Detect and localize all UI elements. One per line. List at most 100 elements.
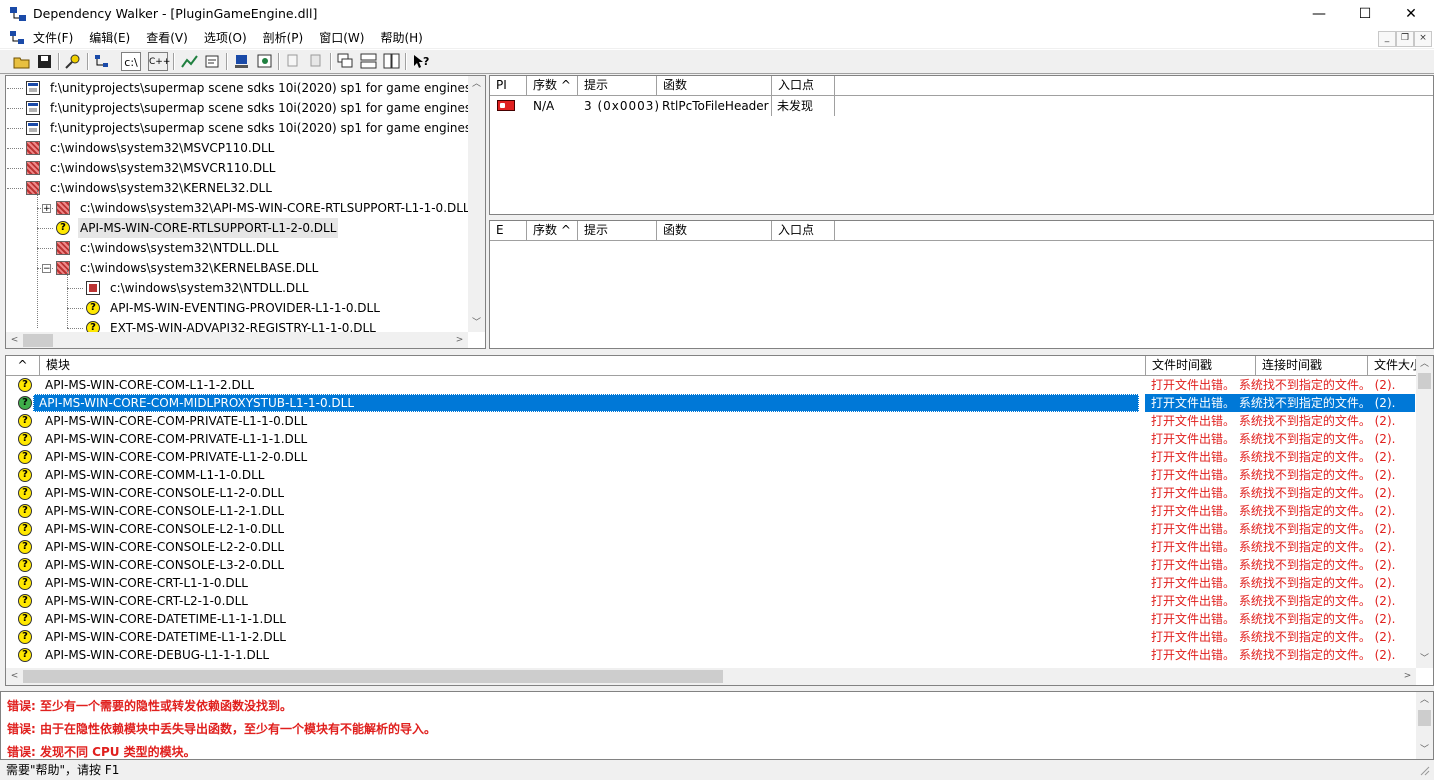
column-header-sort[interactable]: ^ bbox=[6, 356, 40, 376]
tree-item[interactable]: c:\windows\system32\MSVCR110.DLL bbox=[6, 158, 466, 178]
table-row[interactable]: ? API-MS-WIN-CORE-DEBUG-L1-1-1.DLL 打开文件出错。… bbox=[6, 646, 1415, 664]
tree-item[interactable]: − c:\windows\system32\KERNELBASE.DLL bbox=[6, 258, 466, 278]
scroll-up-icon[interactable]: ︿ bbox=[468, 76, 485, 93]
column-header-link-timestamp[interactable]: 连接时间戳 bbox=[1256, 356, 1368, 376]
table-row[interactable]: ? API-MS-WIN-CORE-COM-PRIVATE-L1-1-0.DLL 打… bbox=[6, 412, 1415, 430]
menu-item[interactable]: 帮助(H) bbox=[375, 28, 427, 48]
properties-icon[interactable] bbox=[203, 52, 223, 71]
exe-module-icon bbox=[26, 101, 40, 115]
table-row[interactable]: ? API-MS-WIN-CORE-CRT-L2-1-0.DLL 打开文件出错。 系… bbox=[6, 592, 1415, 610]
mdi-minimize-button[interactable]: _ bbox=[1378, 31, 1396, 47]
scroll-thumb[interactable] bbox=[23, 670, 723, 683]
column-header-file-size[interactable]: 文件大小 bbox=[1368, 356, 1418, 376]
tile-horizontal-icon[interactable] bbox=[359, 52, 379, 71]
tree-item[interactable]: c:\windows\system32\KERNEL32.DLL bbox=[6, 178, 466, 198]
module-list-horizontal-scrollbar[interactable]: < > bbox=[6, 668, 1416, 685]
scroll-up-icon[interactable]: ︿ bbox=[1416, 356, 1433, 373]
minimize-button[interactable]: — bbox=[1296, 0, 1342, 28]
table-row[interactable]: ? API-MS-WIN-CORE-COM-MIDLPROXYSTUB-L1-1-… bbox=[6, 394, 1415, 412]
scroll-thumb[interactable] bbox=[23, 334, 53, 347]
tile-vertical-icon[interactable] bbox=[382, 52, 402, 71]
cascade-icon[interactable] bbox=[336, 52, 356, 71]
menu-item[interactable]: 编辑(E) bbox=[84, 28, 135, 48]
missing-module-icon: ? bbox=[18, 612, 32, 626]
mdi-close-button[interactable]: × bbox=[1414, 31, 1432, 47]
view-module-icon[interactable] bbox=[255, 52, 275, 71]
scroll-down-icon[interactable]: ﹀ bbox=[1416, 742, 1433, 759]
table-row[interactable]: ? API-MS-WIN-CORE-COMM-L1-1-0.DLL 打开文件出错。 … bbox=[6, 466, 1415, 484]
document-icon[interactable] bbox=[10, 31, 24, 44]
copy-icon[interactable] bbox=[284, 52, 304, 71]
save-icon[interactable] bbox=[35, 52, 55, 71]
tree-item[interactable]: f:\unityprojects\supermap scene sdks 10i… bbox=[6, 98, 485, 118]
scroll-thumb[interactable] bbox=[1418, 373, 1431, 389]
tree-item[interactable]: ? API-MS-WIN-EVENTING-PROVIDER-L1-1-0.DLL bbox=[6, 298, 466, 318]
module-list-vertical-scrollbar[interactable]: ︿ ﹀ bbox=[1416, 356, 1433, 668]
menu-item[interactable]: 查看(V) bbox=[141, 28, 193, 48]
find-icon[interactable] bbox=[63, 52, 83, 71]
menu-item[interactable]: 剖析(P) bbox=[258, 28, 309, 48]
open-icon[interactable] bbox=[12, 52, 32, 71]
menu-item[interactable]: 文件(F) bbox=[28, 28, 78, 48]
column-header-ordinal[interactable]: 序数 ^ bbox=[527, 76, 578, 96]
tree-view-icon[interactable] bbox=[92, 52, 112, 71]
tree-item[interactable]: c:\windows\system32\NTDLL.DLL bbox=[6, 238, 466, 258]
column-header-hint[interactable]: 提示 bbox=[578, 221, 657, 241]
cell-module-name: API-MS-WIN-CORE-DATETIME-L1-1-2.DLL bbox=[45, 630, 286, 644]
table-row[interactable]: ? API-MS-WIN-CORE-CONSOLE-L1-2-1.DLL 打开文件出… bbox=[6, 502, 1415, 520]
table-row[interactable]: ? API-MS-WIN-CORE-DATETIME-L1-1-1.DLL 打开文件… bbox=[6, 610, 1415, 628]
column-header-entry-point[interactable]: 入口点 bbox=[772, 76, 835, 96]
column-header-pi[interactable]: PI bbox=[490, 76, 527, 96]
tree-item[interactable]: f:\unityprojects\supermap scene sdks 10i… bbox=[6, 78, 485, 98]
column-header-module[interactable]: 模块 bbox=[40, 356, 1146, 376]
table-row[interactable]: ? API-MS-WIN-CORE-COM-PRIVATE-L1-2-0.DLL 打… bbox=[6, 448, 1415, 466]
scroll-down-icon[interactable]: ﹀ bbox=[468, 315, 485, 332]
system-info-icon[interactable] bbox=[232, 52, 252, 71]
column-header-e[interactable]: E bbox=[490, 221, 527, 241]
table-row[interactable]: ? API-MS-WIN-CORE-CONSOLE-L1-2-0.DLL 打开文件出… bbox=[6, 484, 1415, 502]
expand-icon[interactable]: + bbox=[42, 204, 51, 214]
scroll-right-icon[interactable]: > bbox=[1399, 668, 1416, 685]
scroll-up-icon[interactable]: ︿ bbox=[1416, 692, 1433, 709]
chart-icon[interactable] bbox=[180, 52, 200, 71]
tree-item[interactable]: c:\windows\system32\NTDLL.DLL bbox=[6, 278, 466, 298]
table-row[interactable]: ? API-MS-WIN-CORE-CONSOLE-L3-2-0.DLL 打开文件出… bbox=[6, 556, 1415, 574]
menu-item[interactable]: 窗口(W) bbox=[314, 28, 369, 48]
table-row[interactable]: ? API-MS-WIN-CORE-COM-PRIVATE-L1-1-1.DLL 打… bbox=[6, 430, 1415, 448]
table-row[interactable]: N/A 3 (0x0003) RtlPcToFileHeader 未发现 bbox=[490, 96, 1433, 116]
column-header-entry-point[interactable]: 入口点 bbox=[772, 221, 835, 241]
resize-grip-icon[interactable] bbox=[1418, 764, 1430, 776]
collapse-icon[interactable]: − bbox=[42, 264, 51, 274]
tree-item[interactable]: f:\unityprojects\supermap scene sdks 10i… bbox=[6, 118, 485, 138]
mdi-restore-button[interactable]: ❐ bbox=[1396, 31, 1414, 47]
column-header-file-timestamp[interactable]: 文件时间戳 bbox=[1146, 356, 1256, 376]
tree-item[interactable]: + c:\windows\system32\API-MS-WIN-CORE-RTL… bbox=[6, 198, 470, 218]
context-help-icon[interactable]: ? bbox=[411, 52, 431, 71]
scroll-left-icon[interactable]: < bbox=[6, 332, 23, 348]
tree-item-label: c:\windows\system32\KERNELBASE.DLL bbox=[80, 261, 319, 275]
scroll-left-icon[interactable]: < bbox=[6, 668, 23, 685]
table-row[interactable]: ? API-MS-WIN-CORE-COM-L1-1-2.DLL 打开文件出错。 系… bbox=[6, 376, 1415, 394]
close-button[interactable]: ✕ bbox=[1388, 0, 1434, 28]
table-row[interactable]: ? API-MS-WIN-CORE-CONSOLE-L2-2-0.DLL 打开文件出… bbox=[6, 538, 1415, 556]
full-paths-button[interactable]: c:\ bbox=[121, 52, 141, 71]
paste-icon[interactable] bbox=[307, 52, 327, 71]
table-row[interactable]: ? API-MS-WIN-CORE-CRT-L1-1-0.DLL 打开文件出错。 系… bbox=[6, 574, 1415, 592]
column-header-ordinal[interactable]: 序数 ^ bbox=[527, 221, 578, 241]
scroll-right-icon[interactable]: > bbox=[451, 332, 468, 348]
scroll-thumb[interactable] bbox=[1418, 710, 1431, 726]
tree-vertical-scrollbar[interactable]: ︿ ﹀ bbox=[468, 76, 485, 332]
maximize-button[interactable]: ☐ bbox=[1342, 0, 1388, 28]
log-vertical-scrollbar[interactable]: ︿ ﹀ bbox=[1416, 692, 1433, 759]
tree-horizontal-scrollbar[interactable]: < > bbox=[6, 332, 468, 348]
undecorate-cpp-button[interactable]: C++ bbox=[148, 52, 170, 71]
column-header-hint[interactable]: 提示 bbox=[578, 76, 657, 96]
scroll-down-icon[interactable]: ﹀ bbox=[1416, 651, 1433, 668]
column-header-function[interactable]: 函数 bbox=[657, 221, 772, 241]
menu-item[interactable]: 选项(O) bbox=[199, 28, 252, 48]
table-row[interactable]: ? API-MS-WIN-CORE-CONSOLE-L2-1-0.DLL 打开文件出… bbox=[6, 520, 1415, 538]
tree-item[interactable]: ? API-MS-WIN-CORE-RTLSUPPORT-L1-2-0.DLL bbox=[6, 218, 466, 238]
tree-item[interactable]: c:\windows\system32\MSVCP110.DLL bbox=[6, 138, 466, 158]
table-row[interactable]: ? API-MS-WIN-CORE-DATETIME-L1-1-2.DLL 打开文件… bbox=[6, 628, 1415, 646]
column-header-function[interactable]: 函数 bbox=[657, 76, 772, 96]
